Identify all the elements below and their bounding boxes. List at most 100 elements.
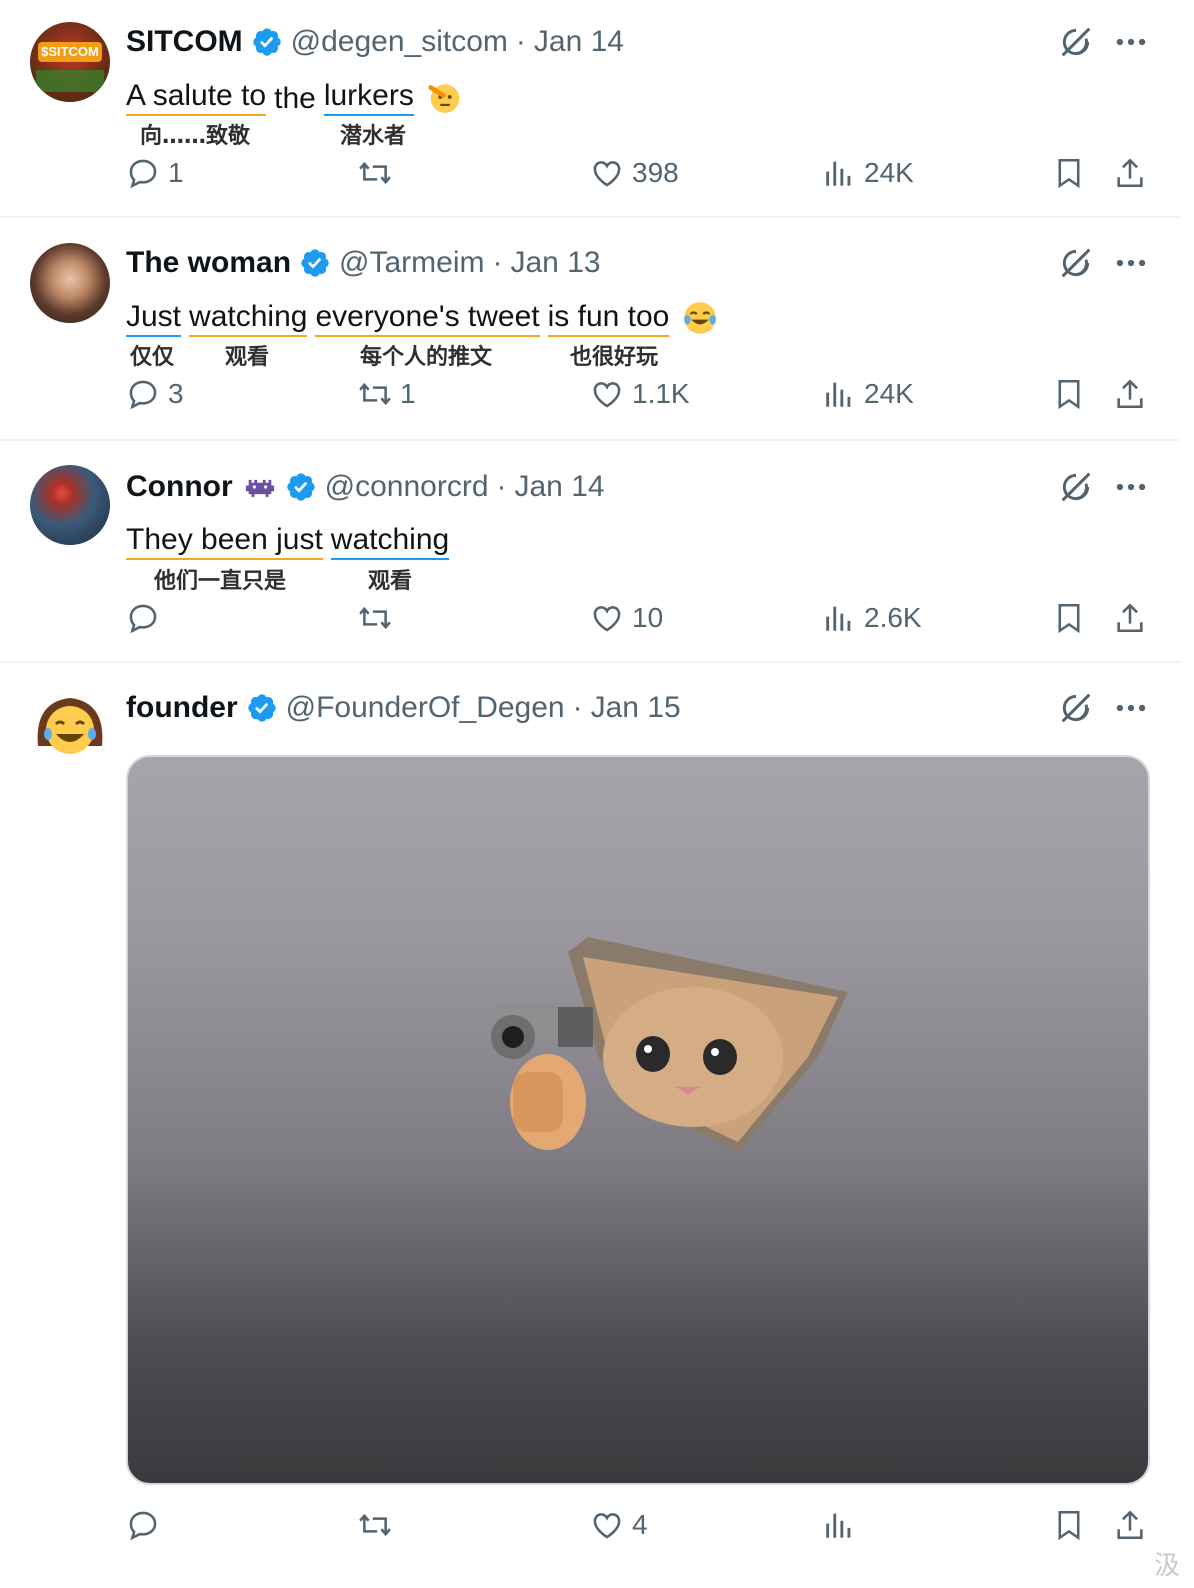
share-icon <box>1113 377 1147 411</box>
watermark: 汲 <box>1153 1550 1180 1580</box>
like-button[interactable]: 1.1K <box>590 377 690 411</box>
date[interactable]: Jan 13 <box>510 246 600 280</box>
tweet-header: The woman @Tarmeim · Jan 13 <box>126 241 601 285</box>
more-options-icon[interactable] <box>1112 22 1150 62</box>
heart-icon <box>590 601 624 635</box>
separator: · <box>492 246 503 279</box>
retweet-icon <box>358 601 392 635</box>
reply-count: 3 <box>168 378 184 409</box>
like-button[interactable]: 4 <box>590 1508 648 1542</box>
like-button[interactable]: 398 <box>590 156 679 190</box>
avatar[interactable] <box>30 686 110 766</box>
tweet-word: the <box>274 82 316 115</box>
views-chart-icon <box>822 1508 856 1542</box>
like-count: 4 <box>632 1509 648 1540</box>
display-name[interactable]: Connor <box>126 470 233 504</box>
retweet-button[interactable]: 1 <box>358 377 416 411</box>
reply-button[interactable] <box>126 601 168 635</box>
avatar[interactable] <box>30 465 110 545</box>
reply-button[interactable] <box>126 1508 168 1542</box>
bookmark-button[interactable] <box>1052 377 1094 411</box>
share-button[interactable] <box>1113 601 1155 635</box>
view-count: 2.6K <box>864 602 922 633</box>
tweet-word: watching <box>189 300 308 337</box>
action-bar: 3 1 1.1K 24K <box>0 377 1194 417</box>
reply-button[interactable]: 3 <box>126 377 184 411</box>
more-options-icon[interactable] <box>1112 688 1150 728</box>
laughing-avatar-icon <box>37 698 103 754</box>
separator: · <box>496 470 507 503</box>
translation: 仅仅 <box>130 345 175 370</box>
like-button[interactable]: 10 <box>590 601 663 635</box>
views-button[interactable]: 24K <box>822 156 914 190</box>
tweet-media-image[interactable] <box>126 755 1150 1485</box>
divider <box>0 439 1180 441</box>
like-count: 1.1K <box>632 378 690 409</box>
reply-icon <box>126 156 160 190</box>
bookmark-button[interactable] <box>1052 601 1094 635</box>
tweet-text: Just watching everyone's tweet is fun to… <box>126 299 719 337</box>
date[interactable]: Jan 14 <box>515 470 605 504</box>
tweet-word: lurkers <box>323 79 414 116</box>
retweet-icon <box>358 1508 392 1542</box>
bookmark-button[interactable] <box>1052 1508 1094 1542</box>
tweet-word: watching <box>330 523 450 560</box>
share-button[interactable] <box>1113 156 1155 190</box>
heart-icon <box>590 377 624 411</box>
views-button[interactable]: 24K <box>822 377 914 411</box>
retweet-icon <box>358 377 392 411</box>
share-button[interactable] <box>1113 377 1155 411</box>
more-options-icon[interactable] <box>1112 243 1150 283</box>
share-button[interactable] <box>1113 1508 1155 1542</box>
date[interactable]: Jan 14 <box>534 25 624 59</box>
translation: 观看 <box>368 569 413 594</box>
tweet-2[interactable]: The woman @Tarmeim · Jan 13 Just watchin… <box>0 241 1194 437</box>
grok-icon[interactable] <box>1056 688 1096 728</box>
retweet-count: 1 <box>400 378 416 409</box>
verified-badge-icon <box>251 26 283 58</box>
view-count: 24K <box>864 157 914 188</box>
tweet-1[interactable]: $SITCOM SITCOM @degen_sitcom · Jan 14 A … <box>0 20 1194 216</box>
display-name[interactable]: SITCOM <box>126 25 243 59</box>
views-button[interactable]: 2.6K <box>822 601 922 635</box>
more-options-icon[interactable] <box>1112 467 1150 507</box>
reply-button[interactable]: 1 <box>126 156 184 190</box>
handle[interactable]: @degen_sitcom <box>291 25 508 59</box>
translation: 也很好玩 <box>570 345 659 370</box>
retweet-button[interactable] <box>358 1508 400 1542</box>
views-chart-icon <box>822 377 856 411</box>
grok-icon[interactable] <box>1056 467 1096 507</box>
views-button[interactable] <box>822 1508 864 1542</box>
like-count: 10 <box>632 602 664 633</box>
tweet-word: Just <box>126 300 182 337</box>
display-name[interactable]: The woman <box>126 246 291 280</box>
tweet-3[interactable]: Connor @connorcrd · Jan 14 They been jus… <box>0 465 1194 661</box>
bookmark-button[interactable] <box>1052 156 1094 190</box>
tweet-text: A salute to the lurkers <box>126 78 464 116</box>
views-chart-icon <box>822 156 856 190</box>
grok-icon[interactable] <box>1056 22 1096 62</box>
tweet-word: A salute to <box>126 79 267 116</box>
heart-icon <box>590 1508 624 1542</box>
bookmark-icon <box>1052 601 1086 635</box>
separator: · <box>572 691 583 724</box>
retweet-button[interactable] <box>358 601 400 635</box>
grok-icon[interactable] <box>1056 243 1096 283</box>
handle[interactable]: @connorcrd <box>325 470 489 504</box>
tweet-word: They been just <box>126 523 323 560</box>
display-name[interactable]: founder <box>126 691 238 725</box>
share-icon <box>1113 601 1147 635</box>
handle[interactable]: @FounderOf_Degen <box>286 691 565 725</box>
alien-monster-icon <box>245 479 274 497</box>
date[interactable]: Jan 15 <box>591 691 681 725</box>
divider <box>0 216 1180 218</box>
reply-icon <box>126 601 160 635</box>
verified-badge-icon <box>299 247 331 279</box>
avatar[interactable] <box>30 243 110 323</box>
avatar[interactable]: $SITCOM <box>30 22 110 102</box>
handle[interactable]: @Tarmeim <box>339 246 484 280</box>
verified-badge-icon <box>246 692 278 724</box>
tweet-word: is fun too <box>547 300 670 337</box>
views-chart-icon <box>822 601 856 635</box>
retweet-button[interactable] <box>358 156 400 190</box>
